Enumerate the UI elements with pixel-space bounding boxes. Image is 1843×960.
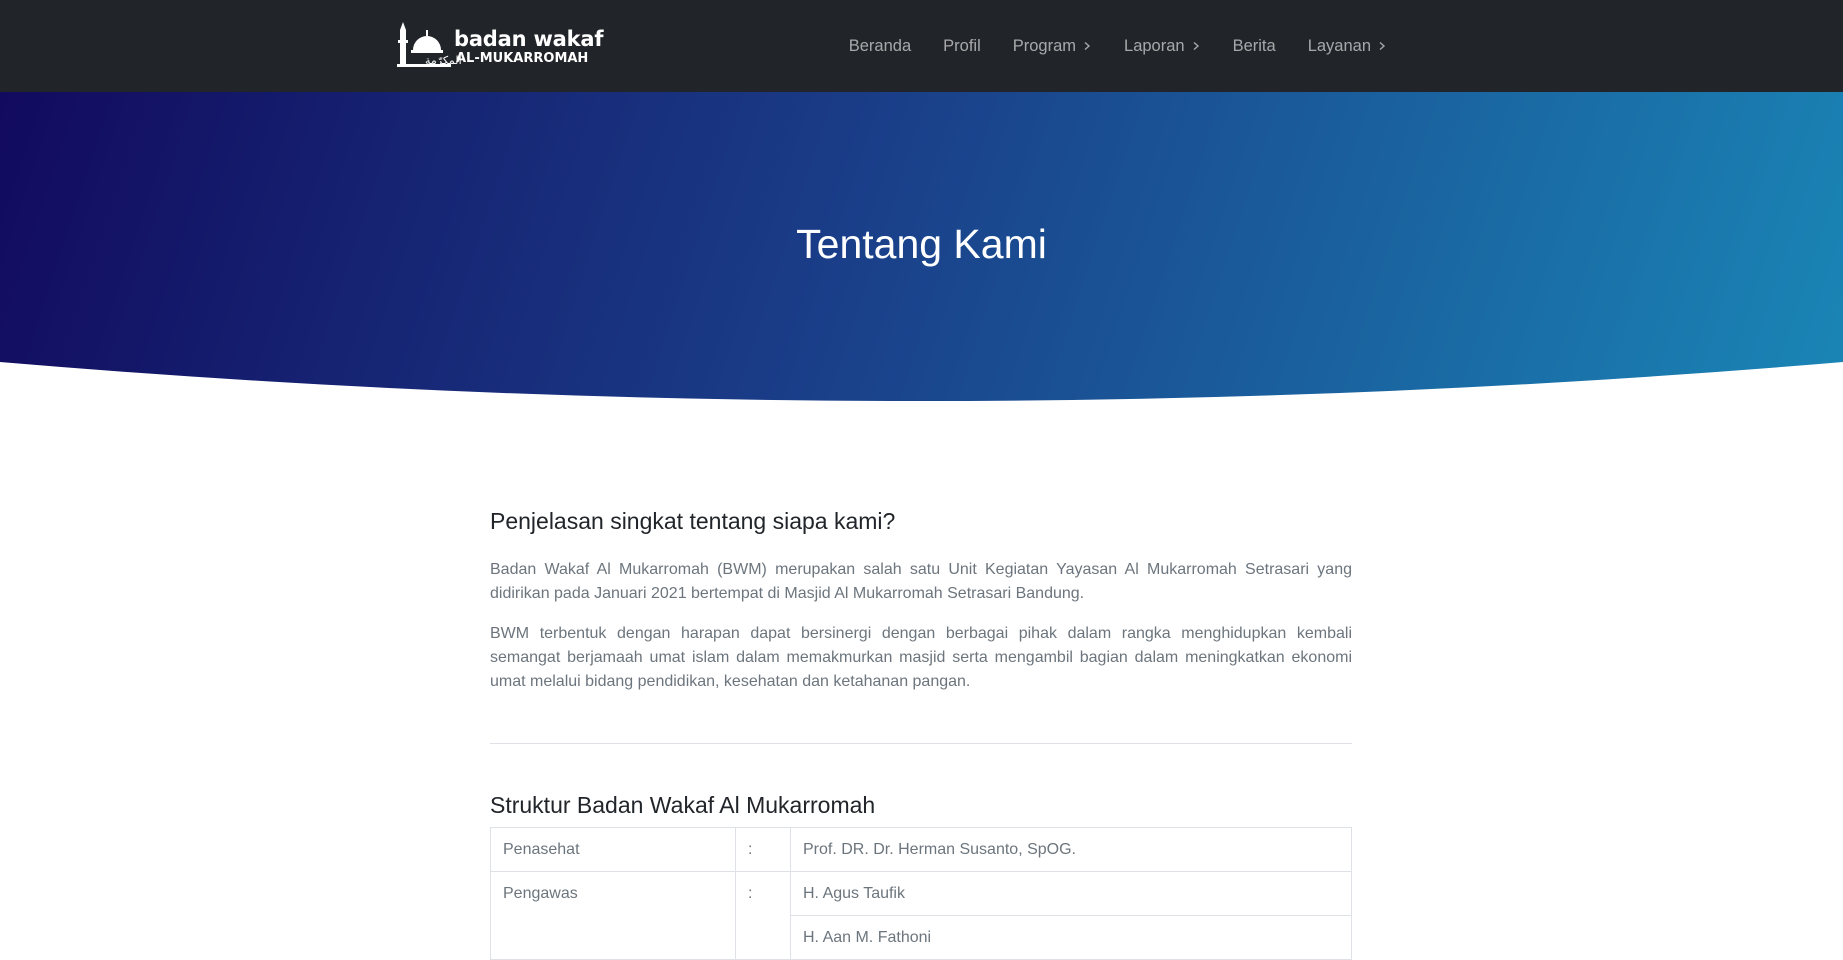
nav-laporan-label: Laporan [1124, 36, 1185, 55]
name-cell: H. Aan M. Fathoni [790, 915, 1352, 960]
section-divider [490, 743, 1352, 744]
nav-laporan[interactable]: Laporan [1124, 37, 1201, 56]
nav-layanan[interactable]: Layanan [1308, 37, 1387, 56]
nav-berita-label: Berita [1232, 36, 1276, 55]
navbar: المكرّمة badan wakaf AL-MUKARROMAH Beran… [0, 0, 1843, 92]
page-title: Tentang Kami [796, 221, 1047, 267]
nav-berita[interactable]: Berita [1233, 37, 1276, 56]
role-cell: Penasehat [490, 827, 736, 872]
separator-cell: : [735, 827, 791, 872]
nav-program[interactable]: Program [1013, 37, 1092, 56]
nav-profil[interactable]: Profil [943, 37, 981, 56]
nav-profil-label: Profil [943, 36, 981, 55]
table-row: Pengawas : H. Agus Taufik [490, 871, 1352, 960]
chevron-right-icon [1084, 41, 1091, 51]
chevron-right-icon [1193, 41, 1199, 51]
nav-program-label: Program [1012, 36, 1077, 55]
name-cell: H. Agus Taufik [790, 871, 1352, 916]
table-row: Penasehat : Prof. DR. Dr. Herman Susanto… [490, 827, 1352, 872]
hero-curve [0, 362, 1843, 420]
name-cell: Prof. DR. Dr. Herman Susanto, SpOG. [790, 827, 1352, 872]
separator-cell: : [735, 871, 791, 960]
nav-layanan-label: Layanan [1307, 36, 1371, 55]
chevron-right-icon [1379, 41, 1386, 51]
structure-heading: Struktur Badan Wakaf Al Mukarromah [490, 792, 876, 818]
about-heading: Penjelasan singkat tentang siapa kami? [490, 508, 896, 534]
about-paragraph-2: BWM terbentuk dengan harapan dapat bersi… [490, 625, 1352, 690]
structure-table: Penasehat : Prof. DR. Dr. Herman Susanto… [490, 827, 1352, 960]
brand-name: badan wakaf [454, 27, 604, 51]
about-paragraph-1: Badan Wakaf Al Mukarromah (BWM) merupaka… [490, 561, 1352, 602]
brand-subname: AL-MUKARROMAH [456, 51, 589, 66]
main-nav: Beranda Profil Program Laporan Berita La… [817, 0, 1387, 92]
nav-beranda-label: Beranda [848, 36, 912, 55]
brand-logo[interactable]: المكرّمة badan wakaf AL-MUKARROMAH [397, 20, 604, 70]
role-cell: Pengawas [490, 871, 736, 960]
nav-beranda[interactable]: Beranda [849, 37, 911, 56]
